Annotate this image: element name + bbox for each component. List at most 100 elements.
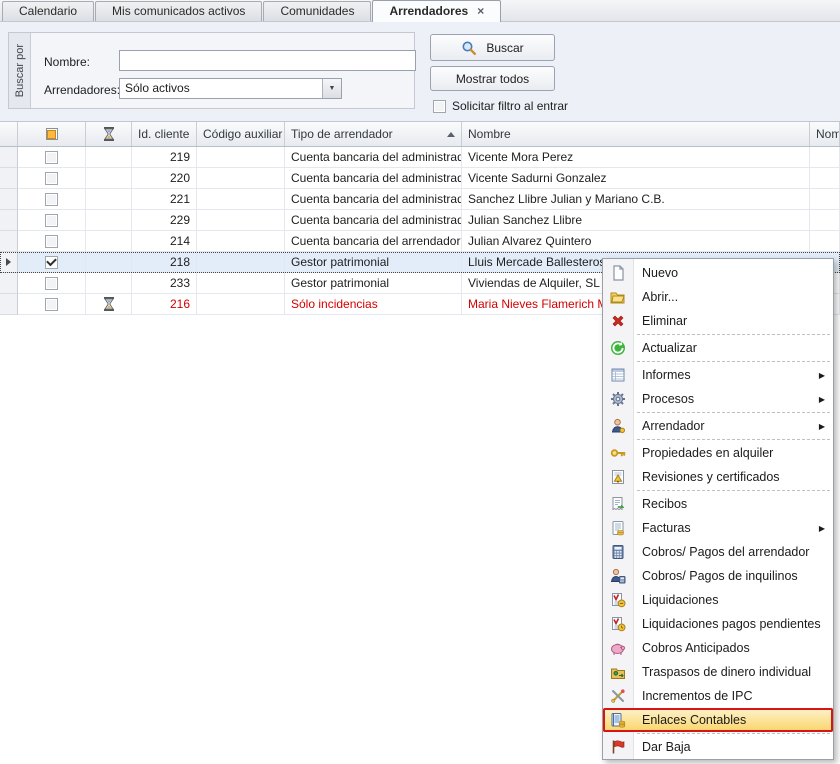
- table-row[interactable]: 229 Cuenta bancaria del administrador Ju…: [0, 210, 840, 231]
- menu-item-revisiones-y-certificados[interactable]: Revisiones y certificados: [603, 465, 833, 489]
- chevron-down-icon[interactable]: ▼: [322, 79, 341, 98]
- mostrar-todos-button-label: Mostrar todos: [455, 71, 530, 86]
- menu-item-label: Informes: [642, 368, 691, 382]
- menu-item-label: Cobros/ Pagos del arrendador: [642, 545, 810, 559]
- cell-id-cliente: 214: [132, 231, 197, 252]
- row-indicator-cell: [0, 168, 18, 189]
- tab-arrendadores[interactable]: Arrendadores ×: [372, 0, 502, 22]
- cell-tipo-de-arrendador: Sólo incidencias: [285, 294, 462, 315]
- row-indicator-cell: [0, 189, 18, 210]
- menu-item-label: Cobros Anticipados: [642, 641, 750, 655]
- submenu-arrow-icon: ▶: [818, 421, 825, 431]
- menu-item-actualizar[interactable]: Actualizar: [603, 336, 833, 360]
- cell-tipo-de-arrendador: Cuenta bancaria del administrador: [285, 147, 462, 168]
- row-indicator-cell: [0, 294, 18, 315]
- mostrar-todos-button[interactable]: Mostrar todos: [430, 66, 555, 91]
- cell-tipo-de-arrendador: Cuenta bancaria del administrador: [285, 168, 462, 189]
- row-checkbox[interactable]: [45, 234, 58, 248]
- liquidation-icon: [603, 592, 633, 608]
- menu-item-liquidaciones[interactable]: Liquidaciones: [603, 588, 833, 612]
- cell-id-cliente: 220: [132, 168, 197, 189]
- menu-item-label: Incrementos de IPC: [642, 689, 753, 703]
- key-icon: [603, 445, 633, 461]
- menu-item-informes[interactable]: Informes ▶: [603, 363, 833, 387]
- solicitar-filtro-checkbox[interactable]: [433, 99, 446, 113]
- menu-item-label: Facturas: [642, 521, 691, 535]
- tab-strip: Calendario Mis comunicados activos Comun…: [0, 0, 840, 22]
- column-header-nombre[interactable]: Nombre: [462, 122, 810, 146]
- column-header-tipo-de-arrendador[interactable]: Tipo de arrendador: [285, 122, 462, 146]
- row-checkbox[interactable]: [45, 213, 58, 227]
- table-row[interactable]: 220 Cuenta bancaria del administrador Vi…: [0, 168, 840, 189]
- tab-comunidades[interactable]: Comunidades: [263, 1, 372, 21]
- menu-item-enlaces-contables[interactable]: Enlaces Contables: [603, 708, 833, 732]
- menu-item-label: Recibos: [642, 497, 688, 511]
- table-row[interactable]: 219 Cuenta bancaria del administrador Vi…: [0, 147, 840, 168]
- table-row[interactable]: 221 Cuenta bancaria del administrador Sa…: [0, 189, 840, 210]
- select-all-column-header[interactable]: [18, 122, 86, 146]
- menu-item-eliminar[interactable]: Eliminar: [603, 309, 833, 333]
- column-header-id-cliente[interactable]: Id. cliente: [132, 122, 197, 146]
- open-folder-icon: [603, 289, 633, 305]
- menu-item-dar-baja[interactable]: Dar Baja: [603, 735, 833, 759]
- close-icon[interactable]: ×: [477, 2, 484, 21]
- context-menu-items: Nuevo Abrir... Eliminar Actualizar Infor…: [603, 261, 833, 759]
- menu-item-cobros-pagos-del-arrendador[interactable]: Cobros/ Pagos del arrendador: [603, 540, 833, 564]
- menu-item-facturas[interactable]: Facturas ▶: [603, 516, 833, 540]
- cell-tipo-de-arrendador: Cuenta bancaria del administrador: [285, 189, 462, 210]
- menu-item-arrendador[interactable]: Arrendador ▶: [603, 414, 833, 438]
- row-checkbox[interactable]: [45, 150, 58, 164]
- column-header-tipo-label: Tipo de arrendador: [291, 127, 393, 141]
- column-header-nombre-2[interactable]: Nombre: [810, 122, 840, 146]
- row-status-cell: [86, 273, 132, 294]
- cell-nombre: Vicente Mora Perez: [462, 147, 810, 168]
- menu-item-label: Procesos: [642, 392, 695, 406]
- row-indicator-cell: [0, 252, 18, 273]
- cell-nombre: Julian Alvarez Quintero: [462, 231, 810, 252]
- menu-item-propiedades-en-alquiler[interactable]: Propiedades en alquiler: [603, 441, 833, 465]
- buscar-button[interactable]: Buscar: [430, 34, 555, 61]
- menu-item-nuevo[interactable]: Nuevo: [603, 261, 833, 285]
- row-checkbox[interactable]: [45, 255, 58, 269]
- menu-item-traspasos-de-dinero-individual[interactable]: Traspasos de dinero individual: [603, 660, 833, 684]
- row-indicator-cell: [0, 210, 18, 231]
- row-checkbox-cell: [18, 294, 86, 315]
- cell-codigo-auxiliar: [197, 273, 285, 294]
- menu-item-label: Enlaces Contables: [642, 713, 747, 727]
- row-checkbox[interactable]: [45, 171, 58, 185]
- arrendadores-selected-value: Sólo activos: [125, 81, 190, 95]
- cell-codigo-auxiliar: [197, 189, 285, 210]
- row-indicator-header: [0, 122, 18, 146]
- groupbox-side-strip: Buscar por: [9, 33, 31, 108]
- menu-item-label: Dar Baja: [642, 740, 691, 754]
- buscar-por-groupbox: Buscar por Nombre: Arrendadores: Sólo ac…: [8, 32, 416, 109]
- arrendadores-select[interactable]: Sólo activos ▼: [119, 78, 342, 99]
- tab-mis-comunicados-activos[interactable]: Mis comunicados activos: [95, 1, 263, 21]
- column-header-codigo-auxiliar[interactable]: Código auxiliar: [197, 122, 285, 146]
- solicitar-filtro-label: Solicitar filtro al entrar: [452, 99, 569, 113]
- menu-item-cobros-anticipados[interactable]: Cobros Anticipados: [603, 636, 833, 660]
- cell-codigo-auxiliar: [197, 231, 285, 252]
- table-row[interactable]: 214 Cuenta bancaria del arrendador Julia…: [0, 231, 840, 252]
- nombre-input[interactable]: [119, 50, 416, 71]
- menu-item-recibos[interactable]: Recibos: [603, 492, 833, 516]
- menu-item-cobros-pagos-de-inquilinos[interactable]: Cobros/ Pagos de inquilinos: [603, 564, 833, 588]
- row-status-cell: [86, 210, 132, 231]
- row-checkbox[interactable]: [45, 192, 58, 206]
- row-checkbox[interactable]: [45, 276, 58, 290]
- groupbox-title: Buscar por: [13, 43, 26, 98]
- grid-header-row: Id. cliente Código auxiliar Tipo de arre…: [0, 122, 840, 147]
- select-all-checkbox[interactable]: [45, 128, 58, 140]
- tab-calendario[interactable]: Calendario: [2, 1, 95, 21]
- menu-item-label: Eliminar: [642, 314, 688, 328]
- submenu-arrow-icon: ▶: [818, 394, 825, 404]
- menu-item-liquidaciones-pagos-pendientes[interactable]: Liquidaciones pagos pendientes: [603, 612, 833, 636]
- status-column-header[interactable]: [86, 122, 132, 146]
- menu-item-abrir[interactable]: Abrir...: [603, 285, 833, 309]
- row-checkbox-cell: [18, 252, 86, 273]
- menu-item-procesos[interactable]: Procesos ▶: [603, 387, 833, 411]
- row-checkbox[interactable]: [45, 297, 58, 311]
- delete-icon: [603, 313, 633, 329]
- cell-nombre: Sanchez Llibre Julian y Mariano C.B.: [462, 189, 810, 210]
- menu-item-incrementos-de-ipc[interactable]: Incrementos de IPC: [603, 684, 833, 708]
